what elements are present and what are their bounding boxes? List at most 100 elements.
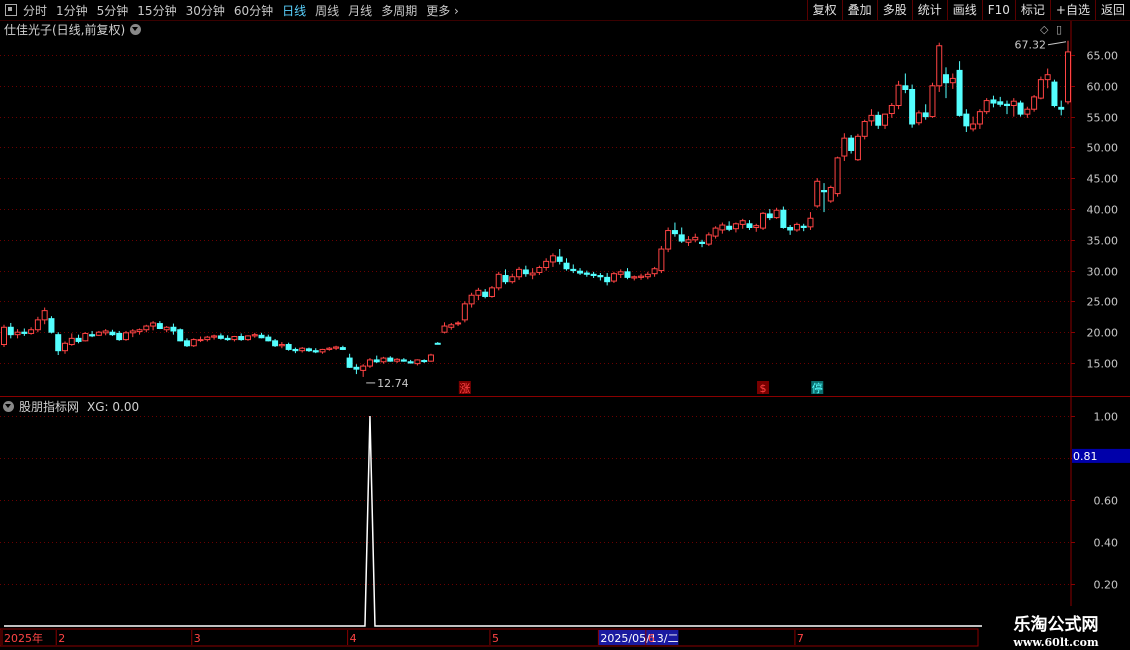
candle-body bbox=[488, 287, 495, 297]
period-tab-1[interactable]: 1分钟 bbox=[56, 2, 88, 19]
date-label: 7 bbox=[797, 632, 804, 645]
candle-body bbox=[68, 337, 75, 346]
period-tab-8[interactable]: 月线 bbox=[348, 2, 372, 19]
period-tab-7[interactable]: 周线 bbox=[315, 2, 339, 19]
indicator-name: 股朋指标网 bbox=[19, 400, 80, 414]
candle-body bbox=[170, 326, 177, 332]
y-tick-label: 20.00 bbox=[1087, 327, 1119, 340]
candle-body bbox=[787, 226, 794, 231]
candle-body bbox=[712, 227, 719, 237]
candle-body bbox=[671, 230, 678, 235]
candle-body bbox=[827, 186, 834, 202]
candle-body bbox=[746, 223, 753, 228]
marker-label: 停 bbox=[812, 381, 823, 395]
candle-body bbox=[502, 275, 509, 283]
candle-body bbox=[936, 45, 943, 87]
period-tab-4[interactable]: 30分钟 bbox=[186, 2, 225, 19]
toolbar-button-6[interactable]: 标记 bbox=[1014, 0, 1050, 20]
candle-body bbox=[61, 342, 68, 352]
candle-body bbox=[244, 335, 251, 341]
toolbar-button-5[interactable]: F10 bbox=[981, 0, 1015, 20]
candle-body bbox=[597, 275, 604, 278]
toolbar-button-1[interactable]: 叠加 bbox=[841, 0, 877, 20]
candle-body bbox=[448, 324, 455, 328]
y-tick-label: 25.00 bbox=[1087, 296, 1119, 309]
candle-body bbox=[1, 326, 7, 346]
watermark-logo: 乐淘公式网 www.60lt.com bbox=[982, 606, 1130, 650]
candle-body bbox=[143, 325, 150, 331]
candle-body bbox=[190, 339, 197, 347]
marker-label: 涨 bbox=[459, 382, 470, 395]
y-tick-label: 15.00 bbox=[1087, 358, 1119, 371]
candle-body bbox=[1065, 51, 1071, 103]
candle-body bbox=[109, 331, 116, 336]
period-tab-3[interactable]: 15分钟 bbox=[137, 2, 176, 19]
candle-body bbox=[854, 135, 861, 161]
xg-value: XG: 0.00 bbox=[87, 399, 140, 414]
candle-body bbox=[163, 326, 170, 331]
candle-body bbox=[441, 325, 448, 333]
candle-body bbox=[55, 334, 62, 352]
period-tab-0[interactable]: 分时 bbox=[23, 2, 47, 19]
candle-body bbox=[102, 330, 109, 334]
candle-body bbox=[509, 276, 516, 283]
window-icon[interactable] bbox=[5, 4, 17, 16]
candle-body bbox=[848, 137, 855, 151]
period-tab-5[interactable]: 60分钟 bbox=[234, 2, 273, 19]
candle-body bbox=[949, 77, 956, 84]
chart-settings-icons[interactable]: ◇ ▯ bbox=[1040, 23, 1062, 36]
panel-toggle-icon[interactable]: ▯ bbox=[1056, 23, 1062, 36]
date-label: 5 bbox=[492, 632, 499, 645]
candle-body bbox=[407, 361, 414, 364]
candle-body bbox=[434, 342, 441, 345]
candle-body bbox=[976, 111, 983, 125]
period-tab-10[interactable]: 更多 › bbox=[426, 2, 459, 19]
candle-body bbox=[726, 225, 733, 230]
candle-body bbox=[807, 217, 814, 228]
candle-body bbox=[231, 336, 238, 341]
toolbar-button-8[interactable]: 返回 bbox=[1094, 0, 1130, 20]
candle-body bbox=[211, 335, 218, 338]
candle-body bbox=[1024, 108, 1031, 115]
chart-canvas[interactable]: 15.00 20.00 25.00 30.00 35.00 40.00 45.00 50.00… bbox=[0, 0, 1130, 650]
diamond-icon[interactable]: ◇ bbox=[1040, 23, 1048, 36]
toolbar-button-7[interactable]: +自选 bbox=[1049, 0, 1095, 20]
candle-body bbox=[346, 357, 353, 368]
candle-body bbox=[624, 271, 631, 278]
candle-body bbox=[943, 74, 950, 84]
candle-body bbox=[610, 273, 617, 282]
candle-body bbox=[956, 69, 963, 116]
chevron-down-icon[interactable] bbox=[130, 24, 142, 35]
candle-body bbox=[556, 256, 563, 262]
candle-body bbox=[75, 337, 82, 342]
chevron-down-icon[interactable] bbox=[3, 401, 14, 412]
candle-body bbox=[834, 157, 841, 195]
y-tick-label: 0.60 bbox=[1094, 495, 1119, 508]
candle-body bbox=[1004, 103, 1011, 107]
candle-body bbox=[732, 223, 739, 230]
candle-body bbox=[475, 289, 482, 296]
toolbar-button-2[interactable]: 多股 bbox=[876, 0, 912, 20]
candle-body bbox=[888, 105, 895, 115]
candle-body bbox=[678, 234, 685, 242]
candle-body bbox=[482, 291, 489, 297]
period-tab-9[interactable]: 多周期 bbox=[381, 2, 417, 19]
candle-body bbox=[34, 319, 41, 331]
xg-line bbox=[4, 415, 1068, 627]
candle-body bbox=[312, 350, 319, 353]
y-tick-label: 55.00 bbox=[1087, 112, 1119, 125]
candle-body bbox=[129, 330, 136, 334]
candle-body bbox=[197, 339, 204, 342]
tool-buttons: 复权 叠加 多股 统计 画线 F10 标记 +自选 返回 bbox=[806, 0, 1130, 20]
candle-body bbox=[793, 223, 800, 231]
y-tick-label: 0.20 bbox=[1094, 579, 1119, 592]
candle-body bbox=[590, 273, 597, 277]
toolbar-button-4[interactable]: 画线 bbox=[946, 0, 982, 20]
candle-body bbox=[122, 332, 129, 341]
toolbar-button-3[interactable]: 统计 bbox=[911, 0, 947, 20]
candle-body bbox=[583, 272, 590, 275]
period-tab-2[interactable]: 5分钟 bbox=[97, 2, 129, 19]
candle-body bbox=[868, 114, 875, 122]
toolbar-button-0[interactable]: 复权 bbox=[806, 0, 842, 20]
period-tab-6[interactable]: 日线 bbox=[282, 2, 306, 19]
